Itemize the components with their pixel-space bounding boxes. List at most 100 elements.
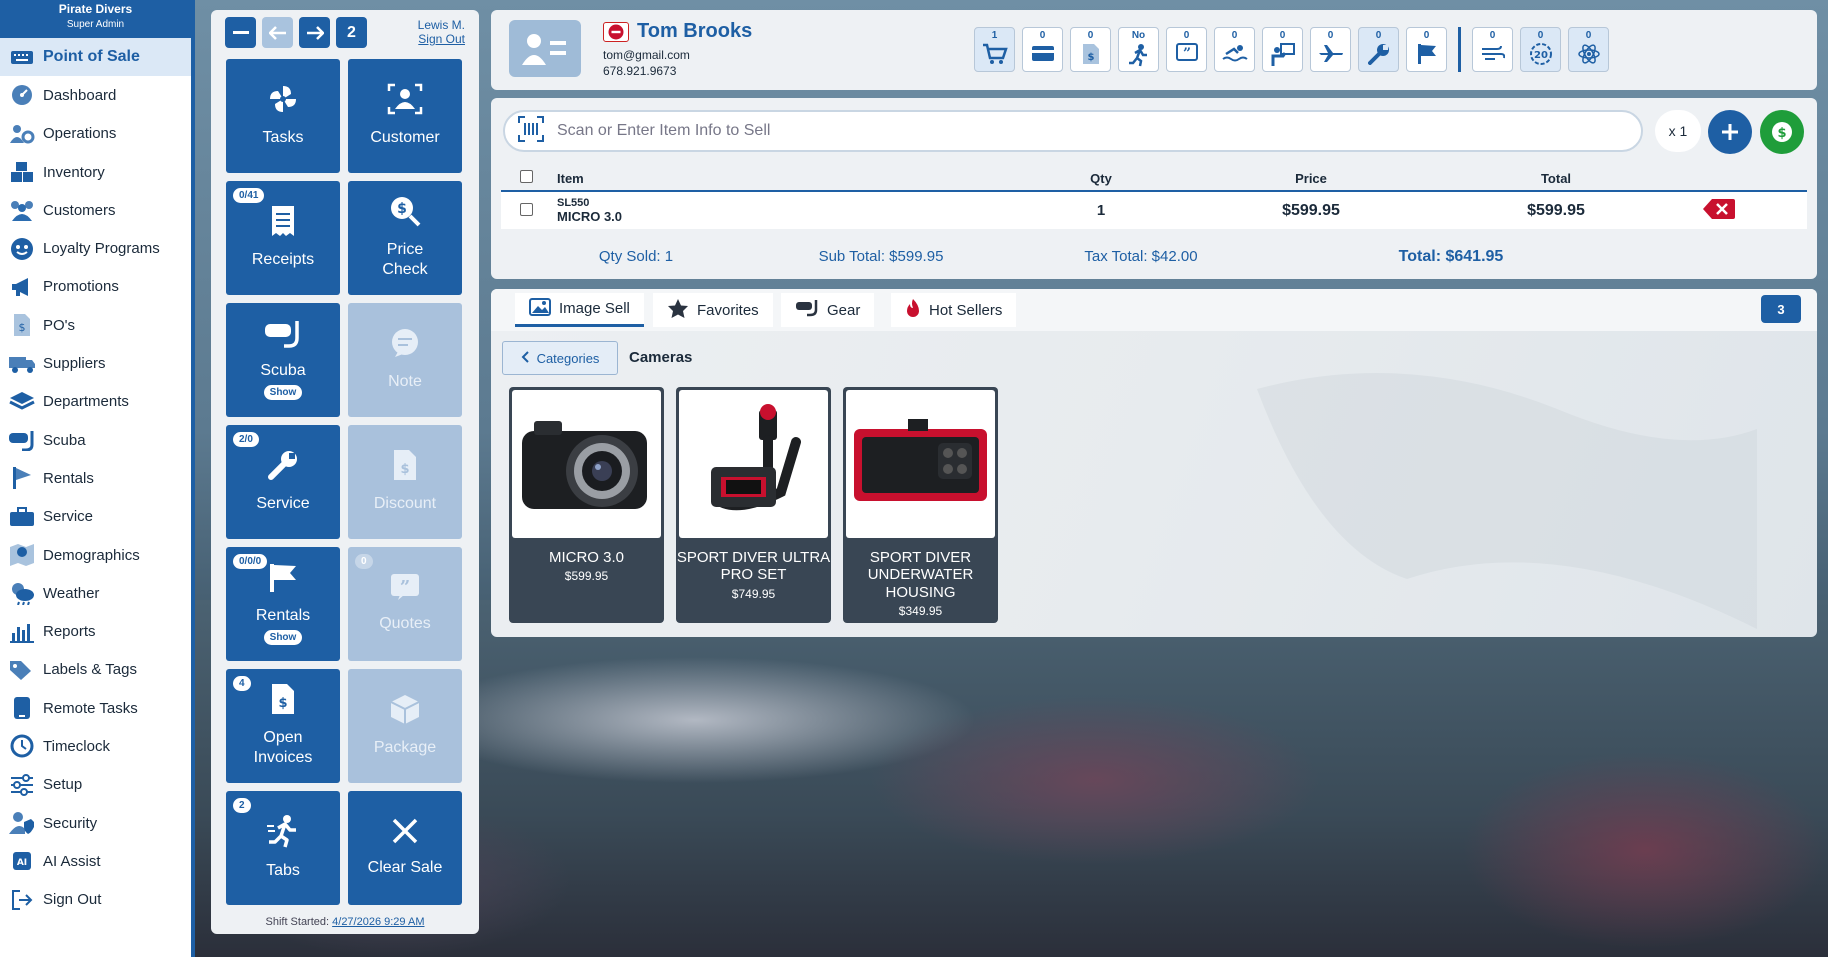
counter-trips[interactable]: 0 (1310, 27, 1351, 72)
sidebar-item-timeclock[interactable]: Timeclock (0, 727, 191, 765)
sidebar-item-dashboard[interactable]: Dashboard (0, 76, 191, 114)
scuba-show-toggle[interactable]: Show (263, 385, 303, 401)
scuba-tile[interactable]: Scuba Show (226, 303, 340, 417)
shift-label: Shift Started: (265, 916, 330, 928)
user-name: Lewis M. (417, 18, 465, 32)
catalog-item-count: 3 (1761, 295, 1801, 323)
counter-tabs[interactable]: No (1118, 27, 1159, 72)
clear-sale-tile[interactable]: Clear Sale (348, 791, 462, 905)
sidebar-item-departments[interactable]: Departments (0, 383, 191, 421)
atom-icon (1577, 41, 1600, 68)
product-card[interactable]: MICRO 3.0 $599.95 (509, 387, 664, 623)
categories-back-button[interactable]: Categories (502, 341, 618, 375)
plus-icon (1722, 124, 1738, 140)
back-button[interactable] (262, 17, 293, 48)
open-tabs-count-button[interactable]: 2 (336, 17, 367, 48)
add-item-button[interactable] (1708, 110, 1752, 154)
sale-totals: Qty Sold: 1 Sub Total: $599.95 Tax Total… (491, 248, 1817, 266)
package-tile[interactable]: Package (348, 669, 462, 783)
checkout-button[interactable]: $ (1760, 110, 1804, 154)
sidebar-item-service[interactable]: Service (0, 498, 191, 536)
sidebar-item-rentals[interactable]: Rentals (0, 459, 191, 497)
rentals-badge: 0/0/0 (233, 554, 268, 569)
select-all-checkbox[interactable] (519, 170, 533, 183)
counter-instructor[interactable]: 0 (1262, 27, 1303, 72)
counter-cart[interactable]: 1 (974, 27, 1015, 72)
tab-gear[interactable]: Gear (781, 293, 875, 327)
tab-image-sell[interactable]: Image Sell (515, 293, 644, 327)
receipts-tile[interactable]: 0/41 Receipts (226, 181, 340, 295)
sign-out-link[interactable]: Sign Out (418, 32, 465, 46)
price-check-tile[interactable]: $ Price Check (348, 181, 462, 295)
tab-favorites[interactable]: Favorites (653, 293, 773, 327)
total-column-header: Total (1481, 166, 1631, 192)
rentals-show-toggle[interactable]: Show (263, 630, 303, 646)
sidebar-item-label: Setup (43, 776, 83, 794)
counter-twenty[interactable]: 0 20 (1520, 27, 1561, 72)
sidebar-item-operations[interactable]: Operations (0, 115, 191, 153)
service-tile[interactable]: 2/0 Service (226, 425, 340, 539)
counter-service[interactable]: 0 (1358, 27, 1399, 72)
sidebar-item-labels-tags[interactable]: Labels & Tags (0, 651, 191, 689)
svg-text:$: $ (400, 462, 409, 477)
actions-column-header (1631, 166, 1807, 192)
tasks-tile[interactable]: Tasks (226, 59, 340, 173)
sidebar-item-loyalty-programs[interactable]: Loyalty Programs (0, 229, 191, 267)
customer-avatar[interactable] (509, 20, 581, 77)
note-tile[interactable]: Note (348, 303, 462, 417)
counter-quotes[interactable]: 0” (1166, 27, 1207, 72)
row-checkbox[interactable] (519, 202, 533, 216)
customer-name[interactable]: Tom Brooks (637, 20, 752, 43)
sidebar-item-remote-tasks[interactable]: Remote Tasks (0, 689, 191, 727)
product-card[interactable]: SPORT DIVER ULTRA PRO SET $749.95 (676, 387, 831, 623)
sidebar-item-setup[interactable]: Setup (0, 766, 191, 804)
sidebar-item-reports[interactable]: Reports (0, 612, 191, 650)
shift-time-link[interactable]: 4/27/2026 9:29 AM (332, 916, 424, 928)
fire-icon (905, 298, 921, 322)
remove-item-button[interactable] (1702, 198, 1736, 223)
customer-tile[interactable]: Customer (348, 59, 462, 173)
brand-header: Pirate Divers Super Admin (0, 0, 191, 38)
quotes-tile[interactable]: 0 ” Quotes (348, 547, 462, 661)
price-cell[interactable]: $599.95 (1141, 191, 1481, 229)
sidebar-item-demographics[interactable]: Demographics (0, 536, 191, 574)
no-entry-icon[interactable] (603, 21, 629, 42)
tile-label: Receipts (251, 251, 315, 268)
operations-icon (8, 121, 36, 147)
tax-total: Tax Total: $42.00 (1084, 248, 1198, 265)
sidebar-item-promotions[interactable]: Promotions (0, 268, 191, 306)
sidebar-item-point-of-sale[interactable]: Point of Sale (0, 38, 191, 77)
tabs-tile[interactable]: 2 Tabs (226, 791, 340, 905)
categories-label: Categories (536, 350, 600, 366)
sidebar-item-scuba[interactable]: Scuba (0, 421, 191, 459)
rentals-tile[interactable]: 0/0/0 Rentals Show (226, 547, 340, 661)
counter-card[interactable]: 0 (1022, 27, 1063, 72)
sidebar-item-security[interactable]: Security (0, 804, 191, 842)
sidebar-item-weather[interactable]: Weather (0, 574, 191, 612)
counter-atom[interactable]: 0 (1568, 27, 1609, 72)
sidebar-item-pos[interactable]: $ PO's (0, 306, 191, 344)
discount-tile[interactable]: $ Discount (348, 425, 462, 539)
star-icon (667, 298, 689, 322)
scan-input-field[interactable]: Scan or Enter Item Info to Sell (503, 110, 1643, 152)
table-row[interactable]: SL550 MICRO 3.0 1 $599.95 $599.95 (501, 191, 1807, 229)
sidebar-item-sign-out[interactable]: Sign Out (0, 881, 191, 919)
counter-swim[interactable]: 0 (1214, 27, 1255, 72)
counter-wind[interactable]: 0 (1472, 27, 1513, 72)
qty-cell[interactable]: 1 (1061, 191, 1141, 229)
counter-rentals[interactable]: 0 (1406, 27, 1447, 72)
quantity-multiplier-button[interactable]: x 1 (1655, 110, 1701, 152)
sidebar-item-ai-assist[interactable]: AI AI Assist (0, 842, 191, 880)
sidebar-item-label: Departments (43, 393, 129, 411)
forward-button[interactable] (299, 17, 330, 48)
counter-invoices[interactable]: 0 $ (1070, 27, 1111, 72)
tab-hot-sellers[interactable]: Hot Sellers (891, 293, 1017, 327)
sidebar-item-suppliers[interactable]: Suppliers (0, 344, 191, 382)
product-card[interactable]: SPORT DIVER UNDERWATER HOUSING $349.95 (843, 387, 998, 623)
minimize-button[interactable] (225, 17, 256, 48)
sidebar-item-customers[interactable]: Customers (0, 191, 191, 229)
chevron-left-icon (521, 350, 529, 366)
open-invoices-tile[interactable]: 4 $ Open Invoices (226, 669, 340, 783)
sidebar-item-inventory[interactable]: Inventory (0, 153, 191, 191)
tile-label: Quotes (379, 615, 431, 632)
